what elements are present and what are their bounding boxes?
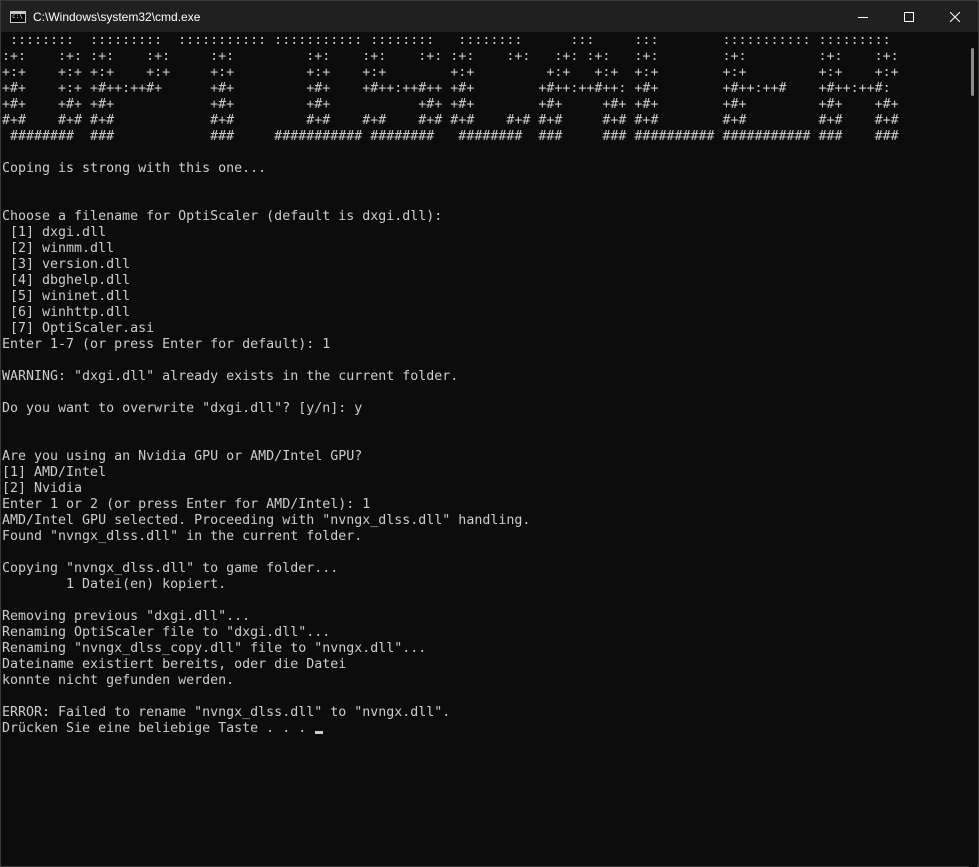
window-controls [840,1,978,32]
console-line-text: ERROR: Failed to rename "nvngx_dlss.dll"… [2,705,451,720]
cmd-window: C:\Windows\system32\cmd.exe :::::::: :::… [0,0,979,867]
console-line-text: Renaming "nvngx_dlss_copy.dll" file to "… [2,641,427,656]
close-button[interactable] [932,1,978,32]
console-line-text: Coping is strong with this one... [2,161,267,176]
console-line-text: Renaming OptiScaler file to "dxgi.dll"..… [2,625,331,640]
console-line-text: Choose a filename for OptiScaler (defaul… [2,209,443,224]
maximize-icon [904,11,914,22]
minimize-icon [858,16,868,18]
console-line: ######## ### ### ########### ######## ##… [2,129,968,145]
console-line-text: Drücken Sie eine beliebige Taste . . . [2,721,315,736]
console-line: Choose a filename for OptiScaler (defaul… [2,209,968,225]
console-line: [4] dbghelp.dll [2,273,968,289]
title-bar[interactable]: C:\Windows\system32\cmd.exe [1,1,978,32]
console-line-text: Enter 1 or 2 (or press Enter for AMD/Int… [2,497,371,512]
console-line-text: :::::::: ::::::::: ::::::::::: :::::::::… [2,33,891,48]
console-line-text: 1 Datei(en) kopiert. [2,577,227,592]
console-line: 1 Datei(en) kopiert. [2,577,968,593]
console-line: #+# #+# #+# #+# #+# #+# #+# #+# #+# #+# … [2,113,968,129]
console-line: ERROR: Failed to rename "nvngx_dlss.dll"… [2,705,968,721]
console-line: WARNING: "dxgi.dll" already exists in th… [2,369,968,385]
console-line-text: ######## ### ### ########### ######## ##… [2,129,899,144]
console-line-text: Copying "nvngx_dlss.dll" to game folder.… [2,561,339,576]
console-line-text: AMD/Intel GPU selected. Proceeding with … [2,513,531,528]
console-line: :::::::: ::::::::: ::::::::::: :::::::::… [2,33,968,49]
console-line: +#+ +:+ +#++:++#+ +#+ +#+ +#++:++#++ +#+… [2,81,968,97]
console-line: Removing previous "dxgi.dll"... [2,609,968,625]
console-line-text: konnte nicht gefunden werden. [2,673,235,688]
console-line-text: [7] OptiScaler.asi [2,321,155,336]
console-line: [6] winhttp.dll [2,305,968,321]
console-line-text: WARNING: "dxgi.dll" already exists in th… [2,369,459,384]
scrollbar-thumb[interactable] [971,48,974,96]
console-line: +:+ +:+ +:+ +:+ +:+ +:+ +:+ +:+ +:+ +:+ … [2,65,968,81]
console-line-text: [5] wininet.dll [2,289,131,304]
console-line-text: [6] winhttp.dll [2,305,131,320]
console-output[interactable]: :::::::: ::::::::: ::::::::::: :::::::::… [2,33,968,737]
console-line: Are you using an Nvidia GPU or AMD/Intel… [2,449,968,465]
console-line-text: :+: :+: :+: :+: :+: :+: :+: :+: :+: :+: … [2,49,899,64]
console-line: Renaming OptiScaler file to "dxgi.dll"..… [2,625,968,641]
console-line-text: [1] AMD/Intel [2,465,107,480]
console-line-text: +#+ +#+ +#+ +#+ +#+ +#+ +#+ +#+ +#+ +#+ … [2,97,899,112]
console-line-text: [2] Nvidia [2,481,83,496]
console-line: Dateiname existiert bereits, oder die Da… [2,657,968,673]
vertical-scrollbar[interactable] [969,32,977,867]
console-line: [5] wininet.dll [2,289,968,305]
console-line: +#+ +#+ +#+ +#+ +#+ +#+ +#+ +#+ +#+ +#+ … [2,97,968,113]
console-line: Enter 1 or 2 (or press Enter for AMD/Int… [2,497,968,513]
console-line: Do you want to overwrite "dxgi.dll"? [y/… [2,401,968,417]
close-icon [950,11,960,22]
console-line: AMD/Intel GPU selected. Proceeding with … [2,513,968,529]
window-title: C:\Windows\system32\cmd.exe [33,9,201,24]
console-line: Enter 1-7 (or press Enter for default): … [2,337,968,353]
console-line: [2] winmm.dll [2,241,968,257]
text-cursor [315,731,324,734]
console-line: [2] Nvidia [2,481,968,497]
console-line-text: +:+ +:+ +:+ +:+ +:+ +:+ +:+ +:+ +:+ +:+ … [2,65,899,80]
console-line: Found "nvngx_dlss.dll" in the current fo… [2,529,968,545]
console-line: [3] version.dll [2,257,968,273]
cmd-icon[interactable] [10,10,26,23]
minimize-button[interactable] [840,1,886,32]
console-line-text: +#+ +:+ +#++:++#+ +#+ +#+ +#++:++#++ +#+… [2,81,891,96]
console-line-text: Found "nvngx_dlss.dll" in the current fo… [2,529,363,544]
maximize-button[interactable] [886,1,932,32]
console-line-text: [2] winmm.dll [2,241,115,256]
console-line-text: [3] version.dll [2,257,131,272]
console-line: Copying "nvngx_dlss.dll" to game folder.… [2,561,968,577]
console-line: Drücken Sie eine beliebige Taste . . . [2,721,968,737]
console-line-text: Enter 1-7 (or press Enter for default): … [2,337,331,352]
console-line: konnte nicht gefunden werden. [2,673,968,689]
console-line-text: Dateiname existiert bereits, oder die Da… [2,657,347,672]
console-line: [1] AMD/Intel [2,465,968,481]
console-line: :+: :+: :+: :+: :+: :+: :+: :+: :+: :+: … [2,49,968,65]
console-line-text: [4] dbghelp.dll [2,273,131,288]
console-line: [1] dxgi.dll [2,225,968,241]
console-line-text: [1] dxgi.dll [2,225,107,240]
console-line: [7] OptiScaler.asi [2,321,968,337]
console-line: Coping is strong with this one... [2,161,968,177]
console-line-text: Do you want to overwrite "dxgi.dll"? [y/… [2,401,363,416]
console-line-text: Removing previous "dxgi.dll"... [2,609,251,624]
console-line-text: #+# #+# #+# #+# #+# #+# #+# #+# #+# #+# … [2,113,899,128]
console-line-text: Are you using an Nvidia GPU or AMD/Intel… [2,449,363,464]
console-line: Renaming "nvngx_dlss_copy.dll" file to "… [2,641,968,657]
